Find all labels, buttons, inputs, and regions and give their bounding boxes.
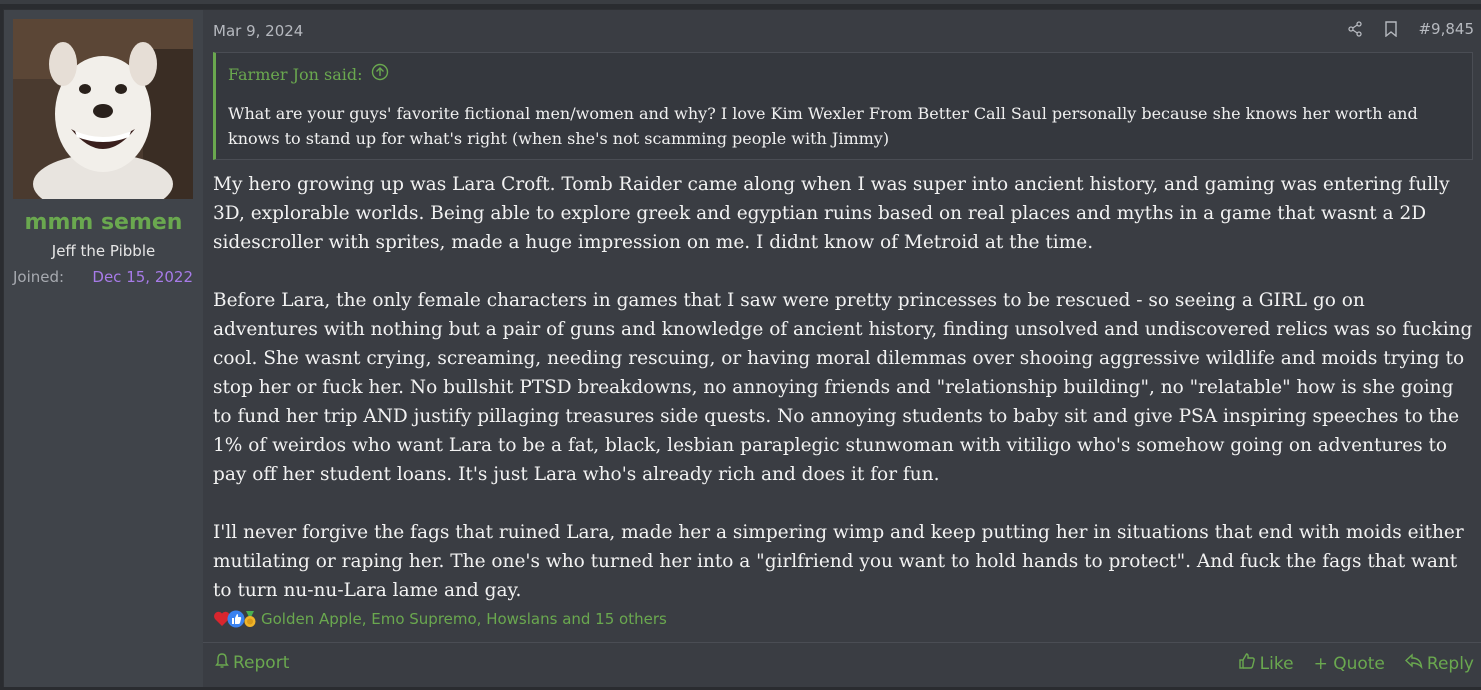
bookmark-icon[interactable] — [1382, 20, 1400, 38]
arrow-up-circle-icon[interactable] — [371, 63, 389, 85]
report-icon — [215, 652, 229, 673]
share-icon[interactable] — [1346, 20, 1364, 38]
like-button[interactable]: Like — [1238, 652, 1294, 675]
message-body: My hero growing up was Lara Croft. Tomb … — [213, 170, 1475, 634]
report-button[interactable]: Report — [215, 652, 289, 673]
quote-label: + Quote — [1313, 653, 1385, 674]
message-paragraph: My hero growing up was Lara Croft. Tomb … — [213, 174, 1450, 253]
reaction-icons — [213, 610, 256, 628]
post-actions: Like + Quote Reply — [1238, 652, 1474, 675]
like-icon — [1238, 652, 1256, 675]
reply-button[interactable]: Reply — [1404, 653, 1474, 674]
username[interactable]: mmm semen — [4, 210, 203, 235]
quote-block: Farmer Jon said: What are your guys' fav… — [213, 52, 1473, 160]
quote-author[interactable]: Farmer Jon said: — [228, 65, 363, 84]
reply-icon — [1404, 653, 1423, 674]
user-title: Jeff the Pibble — [51, 242, 156, 260]
forum-post: mmm semen Jeff the Pibble Joined: Dec 15… — [3, 9, 1481, 687]
user-column: mmm semen Jeff the Pibble Joined: Dec 15… — [4, 10, 203, 687]
post-tools: #9,845 — [1346, 20, 1474, 38]
post-main: Mar 9, 2024 #9,845 Farmer Jon said: What… — [203, 10, 1481, 687]
top-strip — [0, 0, 1481, 4]
avatar[interactable] — [13, 19, 193, 199]
quote-button[interactable]: + Quote — [1314, 654, 1385, 674]
joined-label: Joined: — [13, 268, 65, 286]
quote-text: What are your guys' favorite fictional m… — [228, 104, 1418, 148]
message-paragraph: Before Lara, the only female characters … — [213, 290, 1473, 485]
reply-label: Reply — [1426, 653, 1474, 674]
joined-date: Dec 15, 2022 — [92, 268, 193, 286]
post-number[interactable]: #9,845 — [1418, 20, 1474, 38]
quote-header[interactable]: Farmer Jon said: — [228, 63, 389, 85]
like-label: Like — [1259, 653, 1294, 674]
medal-reaction-icon — [241, 610, 259, 628]
message-paragraph: I'll never forgive the fags that ruined … — [213, 522, 1464, 601]
footer-divider — [203, 642, 1481, 643]
report-label: Report — [233, 652, 290, 673]
reactions-bar[interactable]: Golden Apple, Emo Supremo, Howslans and … — [213, 610, 667, 628]
reaction-users[interactable]: Golden Apple, Emo Supremo, Howslans and … — [261, 610, 667, 628]
post-date[interactable]: Mar 9, 2024 — [213, 22, 303, 40]
